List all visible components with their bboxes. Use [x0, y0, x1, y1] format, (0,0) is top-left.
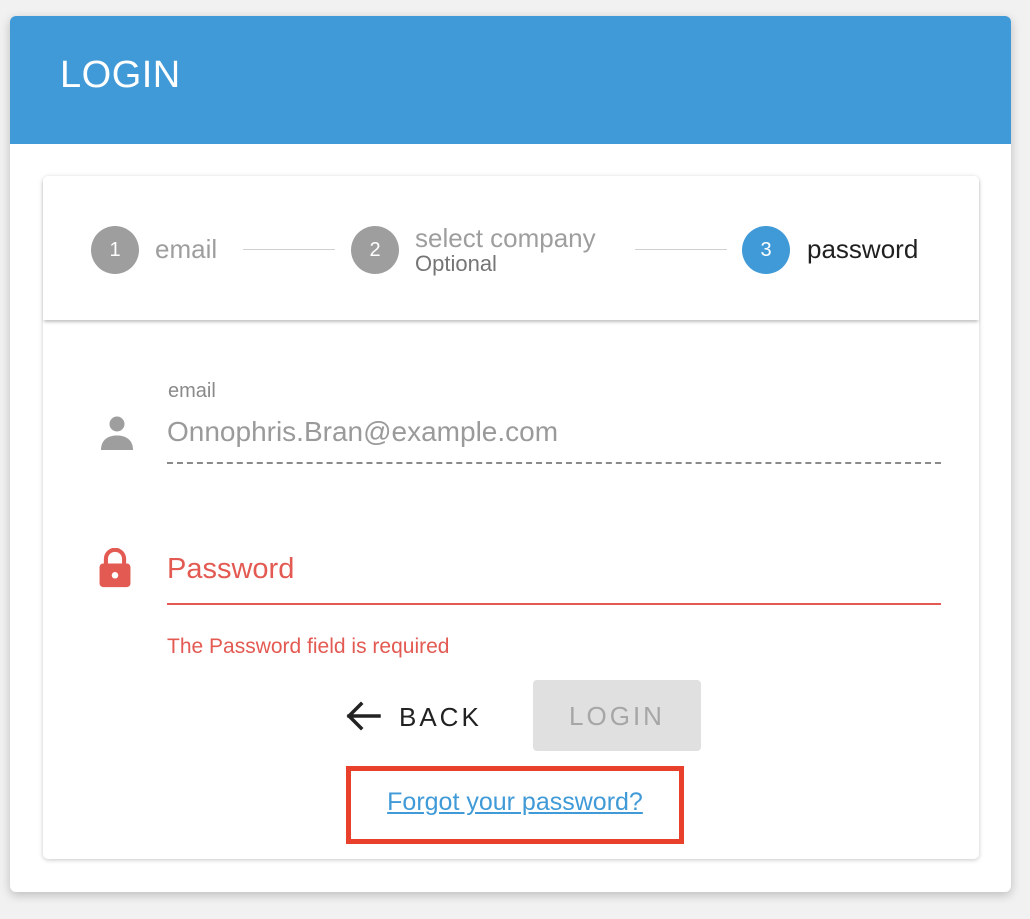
step-connector-1 [243, 249, 335, 250]
back-button[interactable]: BACK [335, 694, 495, 738]
person-icon [101, 416, 133, 450]
card-header: LOGIN [10, 16, 1011, 144]
lock-icon [99, 548, 131, 588]
email-underline [167, 462, 941, 464]
step-2-sublabel: Optional [415, 251, 497, 276]
forgot-password-link[interactable]: Forgot your password? [351, 788, 679, 817]
password-field[interactable]: Password [167, 553, 294, 586]
arrow-left-icon [346, 701, 381, 731]
login-card: LOGIN 1 email 2 select company Optional … [10, 16, 1011, 892]
step-1-circle[interactable]: 1 [91, 226, 139, 274]
stepper: 1 email 2 select company Optional 3 pass… [43, 176, 979, 320]
forgot-password-highlight: Forgot your password? [346, 766, 684, 844]
back-label: BACK [399, 702, 482, 732]
step-connector-2 [635, 249, 727, 250]
step-2-label[interactable]: select company [415, 223, 596, 254]
step-3-label[interactable]: password [807, 234, 918, 265]
password-error: The Password field is required [167, 635, 450, 658]
login-button[interactable]: LOGIN [533, 680, 701, 751]
login-panel: 1 email 2 select company Optional 3 pass… [43, 176, 979, 859]
step-2-circle[interactable]: 2 [351, 226, 399, 274]
step-3-circle[interactable]: 3 [742, 226, 790, 274]
step-1-label[interactable]: email [155, 234, 217, 265]
email-caption: email [168, 380, 216, 402]
email-field[interactable]: Onnophris.Bran@example.com [167, 416, 558, 448]
login-label: LOGIN [569, 701, 665, 731]
password-underline [167, 603, 941, 605]
page-title: LOGIN [60, 54, 181, 96]
